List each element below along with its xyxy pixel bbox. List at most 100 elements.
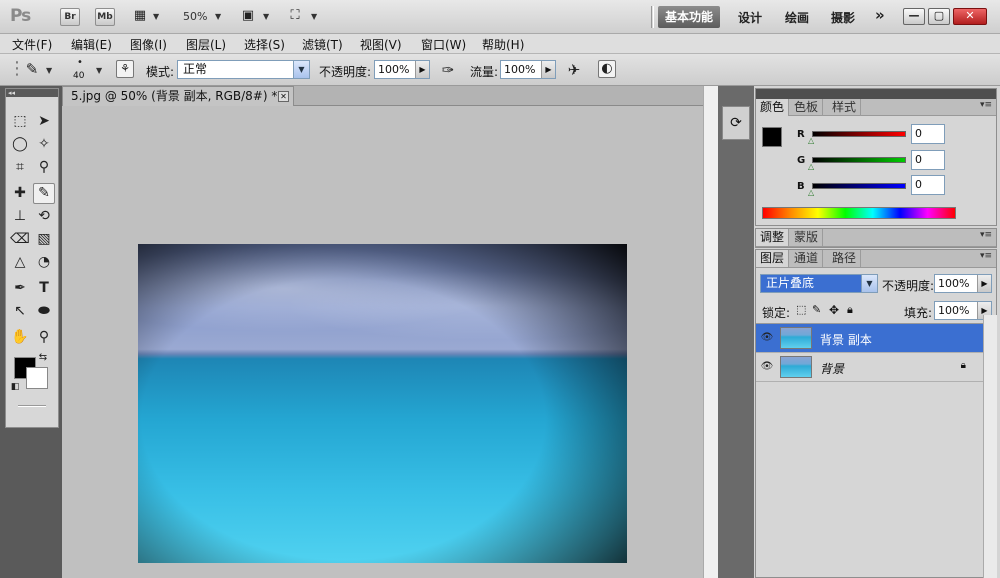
mode-select[interactable]: 正常 ▼ xyxy=(177,60,310,79)
eye-icon[interactable]: 👁︎ xyxy=(760,332,774,344)
layer-opacity-arrow-icon[interactable]: ▶ xyxy=(977,275,991,292)
tab-swatches[interactable]: 色板 xyxy=(790,99,824,116)
history-panel-icon[interactable]: ⟳ xyxy=(722,106,750,140)
minimize-button[interactable]: — xyxy=(903,8,925,25)
zoom-level[interactable]: 50% xyxy=(183,10,207,23)
close-document-icon[interactable]: ✕ xyxy=(278,91,289,102)
view-extras-dropdown-icon[interactable]: ▼ xyxy=(153,12,159,21)
screen-mode-dropdown-icon[interactable]: ▼ xyxy=(311,12,317,21)
menu-edit[interactable]: 编辑(E) xyxy=(71,36,112,53)
crop-tool-icon[interactable]: ⌗ xyxy=(9,157,31,178)
document-tab[interactable]: 5.jpg @ 50% (背景 副本, RGB/8#) * ✕ xyxy=(62,86,294,106)
opacity-input[interactable]: 100% ▶ xyxy=(374,60,430,79)
brush-picker-dropdown-icon[interactable]: ▼ xyxy=(96,66,102,75)
lock-all-icon[interactable]: 🔒︎ xyxy=(847,303,853,317)
airbrush-icon[interactable]: ✈ xyxy=(564,61,584,79)
blend-mode-select[interactable]: 正片叠底 ▼ xyxy=(760,274,878,293)
eyedropper-tool-icon[interactable]: ⚲ xyxy=(33,157,55,178)
toolbox-collapse-icon[interactable]: ◂◂ xyxy=(6,89,58,97)
blue-slider-thumb-icon[interactable]: △ xyxy=(808,188,814,197)
gradient-tool-icon[interactable]: ▧ xyxy=(33,229,55,250)
hand-tool-icon[interactable]: ✋ xyxy=(9,327,31,348)
menu-layer[interactable]: 图层(L) xyxy=(186,36,226,53)
quick-selection-tool-icon[interactable]: ✧ xyxy=(33,134,55,155)
green-value-input[interactable]: 0 xyxy=(911,150,945,170)
pen-tool-icon[interactable]: ✒ xyxy=(9,278,31,299)
screen-mode-icon[interactable]: ⛶ xyxy=(285,8,305,23)
blur-tool-icon[interactable]: △ xyxy=(9,252,31,273)
color-spectrum-bar[interactable] xyxy=(762,207,956,219)
healing-brush-tool-icon[interactable]: ✚ xyxy=(9,183,31,204)
brush-panel-toggle-icon[interactable]: ⚘ xyxy=(116,60,134,78)
tab-masks[interactable]: 蒙版 xyxy=(790,229,824,246)
menu-filter[interactable]: 滤镜(T) xyxy=(302,36,343,53)
history-brush-tool-icon[interactable]: ⟲ xyxy=(33,206,55,227)
tab-layers[interactable]: 图层 xyxy=(756,250,790,267)
ocean-photo-canvas[interactable] xyxy=(138,244,627,563)
tab-color[interactable]: 颜色 xyxy=(756,99,790,116)
eraser-tool-icon[interactable]: ⌫ xyxy=(9,229,31,250)
zoom-dropdown-icon[interactable]: ▼ xyxy=(215,12,221,21)
dodge-tool-icon[interactable]: ◔ xyxy=(33,252,55,273)
tab-adjustments[interactable]: 调整 xyxy=(756,229,790,246)
layer-row[interactable]: 👁︎ 背景 副本 xyxy=(756,324,996,353)
menu-file[interactable]: 文件(F) xyxy=(12,36,52,53)
tab-paths[interactable]: 路径 xyxy=(828,250,862,267)
arrange-documents-icon[interactable]: ▣ xyxy=(238,8,258,23)
launch-bridge-button[interactable]: Br xyxy=(60,8,80,26)
workspace-design[interactable]: 设计 xyxy=(738,9,762,26)
opacity-slider-arrow-icon[interactable]: ▶ xyxy=(415,61,429,78)
zoom-tool-icon[interactable]: ⚲ xyxy=(33,327,55,348)
menu-help[interactable]: 帮助(H) xyxy=(482,36,524,53)
layer-opacity-input[interactable]: 100% ▶ xyxy=(934,274,992,293)
brush-preset-icon[interactable]: ✎ xyxy=(22,60,42,78)
more-workspaces-icon[interactable]: » xyxy=(875,6,885,24)
swap-colors-icon[interactable]: ⇆ xyxy=(36,351,50,365)
panel-menu-icon[interactable]: ▾≡ xyxy=(980,230,992,240)
type-tool-icon[interactable]: T xyxy=(33,278,55,299)
blue-value-input[interactable]: 0 xyxy=(911,175,945,195)
arrange-dropdown-icon[interactable]: ▼ xyxy=(263,12,269,21)
menu-image[interactable]: 图像(I) xyxy=(130,36,167,53)
panel-menu-icon[interactable]: ▾≡ xyxy=(980,100,992,110)
default-colors-icon[interactable]: ◧ xyxy=(9,381,21,393)
red-value-input[interactable]: 0 xyxy=(911,124,945,144)
panel-menu-icon[interactable]: ▾≡ xyxy=(980,251,992,261)
red-slider[interactable] xyxy=(812,131,906,137)
background-color-swatch[interactable] xyxy=(26,367,48,389)
workspace-essentials[interactable]: 基本功能 xyxy=(658,6,720,28)
rect-marquee-tool-icon[interactable]: ⬚ xyxy=(9,111,31,132)
green-slider[interactable] xyxy=(812,157,906,163)
view-extras-icon[interactable]: ▦ xyxy=(130,8,150,23)
layer-row[interactable]: 👁︎ 背景 🔒︎ xyxy=(756,353,996,382)
workspace-painting[interactable]: 绘画 xyxy=(785,9,809,26)
document-vertical-scrollbar[interactable] xyxy=(703,86,718,578)
launch-minibridge-button[interactable]: Mb xyxy=(95,8,115,26)
restore-button[interactable]: ▢ xyxy=(928,8,950,25)
brush-tool-icon[interactable]: ✎ xyxy=(33,183,55,204)
close-window-button[interactable]: ✕ xyxy=(953,8,987,25)
green-slider-thumb-icon[interactable]: △ xyxy=(808,162,814,171)
layers-scrollbar[interactable] xyxy=(983,315,997,578)
options-grip-icon[interactable]: ⋮ xyxy=(8,58,26,79)
tablet-opacity-pressure-icon[interactable]: ✑ xyxy=(438,61,458,79)
flow-input[interactable]: 100% ▶ xyxy=(500,60,556,79)
tab-channels[interactable]: 通道 xyxy=(790,250,824,267)
ellipse-tool-icon[interactable]: ⬬ xyxy=(33,301,55,322)
move-tool-icon[interactable]: ➤ xyxy=(33,111,55,132)
color-panel-foreground-swatch[interactable] xyxy=(762,127,782,147)
workspace-photography[interactable]: 摄影 xyxy=(831,9,855,26)
lasso-tool-icon[interactable]: ◯ xyxy=(9,134,31,155)
lock-position-icon[interactable]: ✥ xyxy=(829,303,839,317)
tablet-size-pressure-icon[interactable]: ◐ xyxy=(598,60,616,78)
flow-slider-arrow-icon[interactable]: ▶ xyxy=(541,61,555,78)
blue-slider[interactable] xyxy=(812,183,906,189)
red-slider-thumb-icon[interactable]: △ xyxy=(808,136,814,145)
lock-transparency-icon[interactable]: ⬚ xyxy=(796,303,806,316)
menu-window[interactable]: 窗口(W) xyxy=(421,36,466,53)
lock-pixels-icon[interactable]: ✎ xyxy=(812,303,821,316)
tab-styles[interactable]: 样式 xyxy=(828,99,862,116)
eye-icon[interactable]: 👁︎ xyxy=(760,361,774,373)
clone-stamp-tool-icon[interactable]: ⊥ xyxy=(9,206,31,227)
brush-preset-dropdown-icon[interactable]: ▼ xyxy=(46,66,52,75)
